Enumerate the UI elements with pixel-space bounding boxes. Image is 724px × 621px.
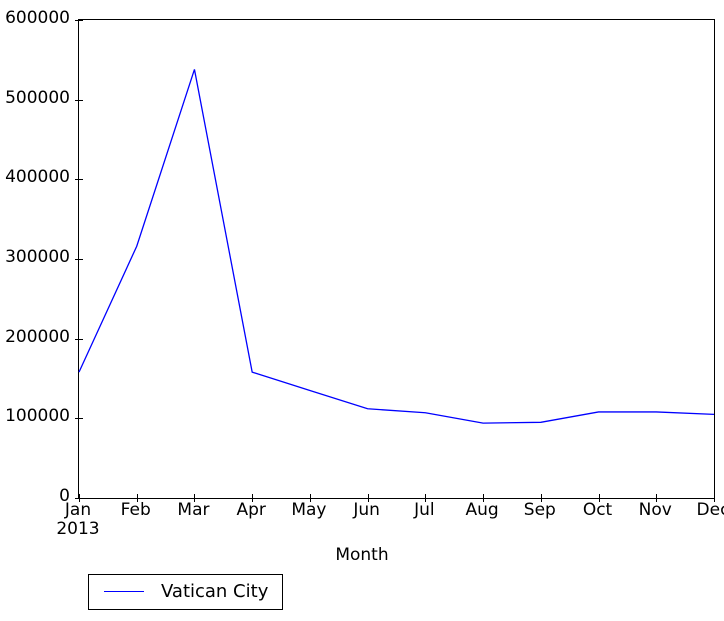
x-tick-mark-inner bbox=[714, 494, 715, 498]
x-tick-label-month: Aug bbox=[465, 500, 499, 520]
chart-figure: 0 100000 200000 300000 400000 500000 600000 Ja… bbox=[0, 0, 724, 621]
legend-entry-label: Vatican City bbox=[161, 580, 269, 602]
x-tick-label-month: Mar bbox=[177, 500, 210, 520]
x-tick-label-month: Oct bbox=[582, 500, 613, 520]
plot-axes-frame bbox=[75, 19, 715, 502]
x-tick-label-month: Apr bbox=[236, 500, 266, 520]
legend-line-swatch bbox=[101, 585, 147, 599]
x-tick-label-month: Dec bbox=[696, 500, 724, 520]
series-line-vatican-city bbox=[78, 69, 715, 424]
chart-legend: Vatican City bbox=[88, 574, 284, 610]
y-tick-label: 400000 bbox=[5, 167, 70, 188]
x-tick-label-month: Jan bbox=[64, 500, 92, 520]
y-tick-label: 200000 bbox=[5, 326, 70, 347]
x-axis-title: Month bbox=[335, 545, 389, 565]
x-tick-label-year: 2013 bbox=[56, 519, 100, 539]
x-tick-label-month: Sep bbox=[523, 500, 556, 520]
legend-line-icon bbox=[104, 590, 144, 592]
line-series-svg bbox=[78, 69, 715, 424]
y-tick-label: 500000 bbox=[5, 87, 70, 108]
x-tick-label-month: Jun bbox=[353, 500, 380, 520]
x-tick-label: Dec bbox=[668, 501, 724, 520]
x-tick-label-month: Nov bbox=[638, 500, 672, 520]
y-tick-label: 300000 bbox=[5, 247, 70, 267]
y-tick-label: 600000 bbox=[5, 8, 70, 28]
x-tick-label-month: Jul bbox=[414, 500, 435, 520]
y-tick-label: 100000 bbox=[5, 406, 70, 427]
x-tick-label-month: Feb bbox=[120, 500, 151, 520]
